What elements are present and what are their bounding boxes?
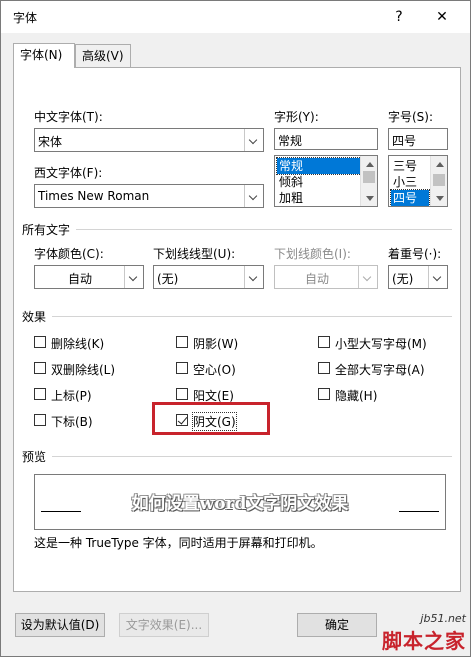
scroll-down-icon[interactable]: [431, 191, 447, 206]
list-item[interactable]: 小三: [391, 174, 417, 190]
chevron-down-icon: [244, 129, 263, 151]
watermark-brand: 脚本之家: [382, 629, 466, 653]
checkbox-label: 下标(B): [51, 415, 93, 429]
list-item[interactable]: 倾斜: [277, 174, 303, 190]
underline-color-select: 自动: [274, 265, 378, 289]
font-size-list[interactable]: 三号 小三 四号: [388, 155, 448, 207]
checkbox-box[interactable]: [176, 388, 188, 400]
font-tab-panel: 中文字体(T): 宋体 西文字体(F): Times New Roman 字形(…: [13, 67, 461, 592]
title-bar: 字体 ? ✕: [1, 1, 470, 33]
font-color-label: 字体颜色(C):: [34, 247, 104, 261]
emphasis-mark-select[interactable]: (无): [388, 265, 448, 289]
scrollbar[interactable]: [360, 156, 377, 206]
underline-style-value: (无): [157, 272, 179, 286]
divider: [76, 229, 452, 230]
chevron-down-icon: [358, 266, 377, 288]
western-font-label: 西文字体(F):: [34, 166, 103, 180]
checkbox-label: 隐藏(H): [335, 389, 378, 403]
watermark-site: jb51.net: [420, 612, 466, 625]
checkbox-box[interactable]: [34, 362, 46, 374]
checkbox-label: 空心(O): [193, 363, 236, 377]
text-effects-button: 文字效果(E)...: [119, 613, 209, 637]
scroll-thumb[interactable]: [433, 174, 445, 186]
font-style-list[interactable]: 常规 倾斜 加粗: [274, 155, 378, 207]
checkbox-box[interactable]: [176, 336, 188, 348]
help-button[interactable]: ?: [385, 5, 413, 29]
chevron-down-icon: [124, 266, 143, 288]
tab-advanced[interactable]: 高级(V): [75, 44, 131, 68]
chinese-font-value: 宋体: [38, 135, 63, 149]
font-size-value: 四号: [392, 134, 417, 148]
chinese-font-select[interactable]: 宋体: [34, 128, 264, 152]
preview-sample-text: 如何设置word文字阴文效果: [131, 494, 349, 514]
list-item[interactable]: 四号: [390, 189, 430, 206]
scroll-thumb[interactable]: [363, 171, 375, 183]
emphasis-mark-value: (无): [392, 272, 414, 286]
checkbox-label: 删除线(K): [51, 337, 105, 351]
scroll-down-icon[interactable]: [361, 191, 377, 206]
font-size-label: 字号(S):: [388, 110, 434, 124]
checkbox-label: 上标(P): [51, 389, 92, 403]
effects-section-label: 效果: [22, 310, 47, 324]
scroll-up-icon[interactable]: [361, 156, 377, 171]
dialog-title: 字体: [13, 11, 38, 25]
font-style-label: 字形(Y):: [274, 110, 319, 124]
preview-note: 这是一种 TrueType 字体，同时适用于屏幕和打印机。: [34, 536, 323, 550]
divider: [52, 316, 452, 317]
western-font-value: Times New Roman: [38, 189, 150, 203]
checkbox-box[interactable]: [34, 388, 46, 400]
set-default-button[interactable]: 设为默认值(D): [15, 613, 105, 637]
font-size-input[interactable]: 四号: [388, 128, 448, 150]
checkbox-label: 小型大写字母(M): [335, 337, 427, 351]
underline-color-label: 下划线颜色(I):: [274, 247, 351, 261]
chevron-down-icon: [244, 266, 263, 288]
emphasis-mark-label: 着重号(·):: [388, 247, 442, 261]
underline-style-select[interactable]: (无): [153, 265, 264, 289]
font-color-select[interactable]: 自动: [34, 265, 144, 289]
all-text-section-label: 所有文字: [22, 223, 71, 237]
checkbox-box[interactable]: [318, 388, 330, 400]
checkbox-box[interactable]: [318, 336, 330, 348]
western-font-select[interactable]: Times New Roman: [34, 184, 264, 208]
list-item[interactable]: 常规: [276, 157, 362, 175]
chinese-font-label: 中文字体(T):: [34, 110, 103, 124]
checkbox-label: 阴影(W): [193, 337, 239, 351]
checkbox-box[interactable]: [176, 362, 188, 374]
underline-style-label: 下划线线型(U):: [153, 247, 236, 261]
scroll-up-icon[interactable]: [431, 156, 447, 171]
font-dialog: 字体 ? ✕ 字体(N) 高级(V) 中文字体(T): 宋体 西文字体(F): …: [0, 0, 471, 657]
preview-section-label: 预览: [22, 450, 47, 464]
list-item[interactable]: 三号: [391, 158, 417, 174]
close-button[interactable]: ✕: [428, 5, 456, 29]
list-item[interactable]: 加粗: [277, 190, 303, 206]
underline-color-value: 自动: [304, 272, 329, 286]
font-style-value: 常规: [278, 134, 303, 148]
font-color-value: 自动: [67, 272, 92, 286]
checkbox-box[interactable]: [34, 336, 46, 348]
checkbox-label: 全部大写字母(A): [335, 363, 425, 377]
tab-font[interactable]: 字体(N): [13, 43, 75, 68]
checkbox-box[interactable]: [34, 414, 46, 426]
divider: [52, 456, 452, 457]
scrollbar[interactable]: [430, 156, 447, 206]
watermark: jb51.net 脚本之家: [382, 612, 466, 654]
checkbox-box[interactable]: [318, 362, 330, 374]
ok-button[interactable]: 确定: [297, 613, 377, 637]
font-style-input[interactable]: 常规: [274, 128, 378, 150]
annotation-highlight-box: [152, 402, 270, 435]
preview-box: 如何设置word文字阴文效果: [34, 474, 446, 530]
chevron-down-icon: [244, 185, 263, 207]
checkbox-label: 双删除线(L): [51, 363, 116, 377]
chevron-down-icon: [428, 266, 447, 288]
preview-rule-right: [399, 511, 439, 512]
